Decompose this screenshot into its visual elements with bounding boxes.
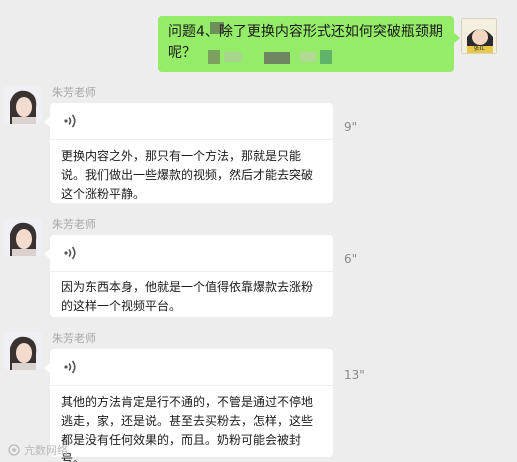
user-avatar-icon <box>4 86 42 124</box>
teacher-avatar[interactable] <box>4 86 42 124</box>
sender-name: 朱芳老师 <box>52 332 96 345</box>
voice-play-row[interactable] <box>50 103 333 139</box>
watermark: 亢数网络 <box>8 442 68 458</box>
self-avatar[interactable]: 张IL <box>461 18 497 54</box>
outgoing-message-bubble[interactable]: 问题4、除了更换内容形式还如何突破瓶颈期呢？ <box>158 16 460 72</box>
voice-wave-icon <box>64 114 76 128</box>
self-avatar-label: 张IL <box>473 45 485 52</box>
voice-wave-icon <box>64 360 76 374</box>
voice-message-bubble[interactable]: 因为东西本身，他就是一个值得依靠爆款去涨粉的这样一个视频平台。 <box>44 235 333 317</box>
watermark-logo-icon <box>8 444 20 456</box>
divider <box>50 139 333 140</box>
voice-duration: 6" <box>344 252 358 266</box>
voice-transcript: 更换内容之外，那只有一个方法，那就是只能说。我们做出一些爆款的视频，然后才能去突… <box>61 149 314 201</box>
outgoing-message-text: 问题4、除了更换内容形式还如何突破瓶颈期呢？ <box>168 24 443 61</box>
divider <box>50 385 333 386</box>
voice-message-bubble[interactable]: 其他的方法肯定是行不通的，不管是通过不停地逃走，家，还是说。甚至去买粉去，怎样，… <box>44 349 333 462</box>
voice-wave-icon <box>64 246 76 260</box>
voice-duration: 13" <box>344 368 365 382</box>
voice-transcript: 其他的方法肯定是行不通的，不管是通过不停地逃走，家，还是说。甚至去买粉去，怎样，… <box>61 395 314 462</box>
teacher-avatar[interactable] <box>4 332 42 370</box>
teacher-avatar[interactable] <box>4 218 42 256</box>
sender-name: 朱芳老师 <box>52 86 96 99</box>
voice-play-row[interactable] <box>50 235 333 271</box>
voice-transcript: 因为东西本身，他就是一个值得依靠爆款去涨粉的这样一个视频平台。 <box>61 280 314 313</box>
voice-message-bubble[interactable]: 更换内容之外，那只有一个方法，那就是只能说。我们做出一些爆款的视频，然后才能去突… <box>44 103 333 203</box>
voice-duration: 9" <box>344 120 358 134</box>
voice-play-row[interactable] <box>50 349 333 385</box>
watermark-text: 亢数网络 <box>24 444 68 457</box>
sender-name: 朱芳老师 <box>52 218 96 231</box>
divider <box>50 271 333 272</box>
user-avatar-icon <box>4 332 42 370</box>
user-avatar-icon <box>4 218 42 256</box>
